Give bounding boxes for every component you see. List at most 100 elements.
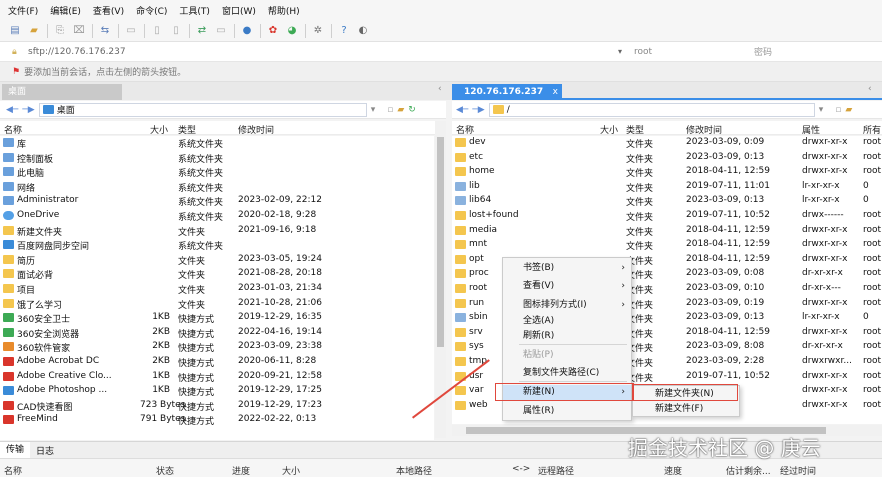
table-row[interactable]: dev 文件夹 2023-03-09, 0:09 drwxr-xr-x root bbox=[452, 136, 882, 151]
menu-edit[interactable]: 编辑(E) bbox=[50, 4, 81, 17]
delete-icon[interactable]: ▯ bbox=[150, 24, 164, 38]
help-icon[interactable]: ? bbox=[337, 24, 351, 38]
table-row[interactable]: lib 文件夹 2019-07-11, 11:01 lr-xr-xr-x 0 bbox=[452, 180, 882, 195]
menu-command[interactable]: 命令(C) bbox=[136, 4, 167, 17]
info-icon[interactable]: ◐ bbox=[356, 24, 370, 38]
context-menu-item[interactable]: 刷新(R) bbox=[503, 329, 631, 344]
globe-icon[interactable]: ● bbox=[240, 24, 254, 38]
refresh-icon[interactable]: ↻ bbox=[408, 105, 416, 115]
table-row[interactable]: 新建文件夹 文件夹 2021-09-16, 9:18 bbox=[0, 224, 434, 239]
username-input[interactable]: root bbox=[634, 47, 754, 57]
column-size[interactable]: 大小 bbox=[600, 123, 618, 136]
terminal-icon[interactable]: ◕ bbox=[285, 24, 299, 38]
status-col-size[interactable]: 大小 bbox=[282, 464, 300, 477]
table-row[interactable]: 简历 文件夹 2023-03-05, 19:24 bbox=[0, 253, 434, 268]
tab-desktop[interactable]: 桌面 bbox=[2, 84, 122, 100]
status-col-eta[interactable]: 估计剩余... bbox=[726, 464, 771, 477]
table-row[interactable]: 面试必背 文件夹 2021-08-28, 20:18 bbox=[0, 267, 434, 282]
column-attributes[interactable]: 属性 bbox=[802, 123, 820, 136]
compare-icon[interactable]: ▭ bbox=[214, 24, 228, 38]
context-menu-item[interactable]: 图标排列方式(I) › bbox=[503, 298, 631, 313]
chevron-down-icon[interactable]: ▾ bbox=[371, 105, 376, 115]
host-address-input[interactable]: sftp://120.76.176.237 bbox=[28, 47, 618, 57]
status-col-progress[interactable]: 进度 bbox=[232, 464, 250, 477]
menu-window[interactable]: 窗口(W) bbox=[222, 4, 256, 17]
column-type[interactable]: 类型 bbox=[178, 123, 196, 136]
table-row[interactable]: CAD快速看图 723 Bytes 快捷方式 2019-12-29, 17:23 bbox=[0, 399, 434, 414]
table-row[interactable]: 控制面板 系统文件夹 bbox=[0, 151, 434, 166]
filter-icon[interactable]: ▫ bbox=[387, 105, 393, 115]
table-row[interactable]: 360安全卫士 1KB 快捷方式 2019-12-29, 16:35 bbox=[0, 311, 434, 326]
scrollbar-thumb[interactable] bbox=[437, 137, 444, 347]
table-row[interactable]: FreeMind 791 Bytes 快捷方式 2022-02-22, 0:13 bbox=[0, 413, 434, 428]
table-row[interactable]: lib64 文件夹 2023-03-09, 0:13 lr-xr-xr-x 0 bbox=[452, 194, 882, 209]
back-arrow-icon[interactable]: ◀─ bbox=[6, 105, 18, 115]
left-path-combobox[interactable]: 桌面 bbox=[38, 102, 367, 117]
chevron-left-icon[interactable]: ‹ bbox=[868, 84, 872, 94]
table-row[interactable]: Adobe Acrobat DC 2KB 快捷方式 2020-06-11, 8:28 bbox=[0, 355, 434, 370]
table-row[interactable]: lost+found 文件夹 2019-07-11, 10:52 drwx------… bbox=[452, 209, 882, 224]
menu-tools[interactable]: 工具(T) bbox=[179, 4, 210, 17]
table-row[interactable]: Adobe Photoshop ... 1KB 快捷方式 2019-12-29, 17… bbox=[0, 384, 434, 399]
copy-icon[interactable]: ▭ bbox=[124, 24, 138, 38]
status-col-remote-path[interactable]: 远程路径 bbox=[538, 464, 574, 477]
forward-arrow-icon[interactable]: ─▶ bbox=[22, 105, 34, 115]
table-row[interactable]: Administrator 系统文件夹 2023-02-09, 22:12 bbox=[0, 194, 434, 209]
forward-arrow-icon[interactable]: ─▶ bbox=[472, 105, 484, 115]
status-col-state[interactable]: 状态 bbox=[156, 464, 174, 477]
table-row[interactable]: 360软件管家 2KB 快捷方式 2023-03-09, 23:38 bbox=[0, 340, 434, 355]
table-row[interactable]: OneDrive 系统文件夹 2020-02-18, 9:28 bbox=[0, 209, 434, 224]
status-col-speed[interactable]: 速度 bbox=[664, 464, 682, 477]
settings-gear-icon[interactable]: ✲ bbox=[311, 24, 325, 38]
disconnect-icon[interactable]: ⎘ bbox=[53, 24, 67, 38]
sync-icon[interactable]: ⇄ bbox=[195, 24, 209, 38]
menu-help[interactable]: 帮助(H) bbox=[268, 4, 300, 17]
context-menu-item[interactable]: 书签(B) › bbox=[503, 261, 631, 276]
table-row[interactable]: 饿了么学习 文件夹 2021-10-28, 21:06 bbox=[0, 297, 434, 312]
status-col-elapsed[interactable]: 经过时间 bbox=[780, 464, 816, 477]
context-menu-item[interactable]: 属性(R) bbox=[503, 404, 631, 419]
tab-transfer[interactable]: 传输 bbox=[0, 442, 31, 458]
password-input[interactable]: 密码 bbox=[754, 45, 772, 58]
column-modified[interactable]: 修改时间 bbox=[238, 123, 274, 136]
open-folder-icon[interactable]: ▰ bbox=[27, 24, 41, 38]
transfer-icon[interactable]: ⇆ bbox=[98, 24, 112, 38]
table-row[interactable]: 项目 文件夹 2023-01-03, 21:34 bbox=[0, 282, 434, 297]
keys-icon[interactable]: ✿ bbox=[266, 24, 280, 38]
table-row[interactable]: mnt 文件夹 2018-04-11, 12:59 drwxr-xr-x root bbox=[452, 238, 882, 253]
table-row[interactable]: etc 文件夹 2023-03-09, 0:13 drwxr-xr-x root bbox=[452, 151, 882, 166]
context-menu-item[interactable]: 复制文件夹路径(C) bbox=[503, 366, 631, 381]
status-col-name[interactable]: 名称 bbox=[4, 464, 22, 477]
left-scrollbar[interactable] bbox=[435, 121, 446, 438]
right-path-combobox[interactable]: / bbox=[488, 102, 815, 117]
table-row[interactable]: 此电脑 系统文件夹 bbox=[0, 165, 434, 180]
new-file-menu-item[interactable]: 新建文件(F) bbox=[633, 402, 739, 417]
status-col-direction[interactable]: <-> bbox=[512, 464, 530, 474]
table-row[interactable]: media 文件夹 2018-04-11, 12:59 drwxr-xr-x root bbox=[452, 224, 882, 239]
column-name[interactable]: 名称 bbox=[4, 123, 22, 136]
column-owner[interactable]: 所有 bbox=[863, 123, 881, 136]
table-row[interactable]: 库 系统文件夹 bbox=[0, 136, 434, 151]
context-menu-item[interactable]: 全选(A) bbox=[503, 314, 631, 329]
tab-log[interactable]: 日志 bbox=[30, 444, 60, 457]
new-session-icon[interactable]: ▤ bbox=[8, 24, 22, 38]
chevron-down-icon[interactable]: ▾ bbox=[618, 47, 628, 56]
parent-folder-icon[interactable]: ▰ bbox=[397, 105, 404, 115]
table-row[interactable]: home 文件夹 2018-04-11, 12:59 drwxr-xr-x root bbox=[452, 165, 882, 180]
menu-view[interactable]: 查看(V) bbox=[93, 4, 124, 17]
chevron-left-icon[interactable]: ‹ bbox=[438, 84, 442, 94]
context-menu-item[interactable]: 查看(V) › bbox=[503, 279, 631, 294]
reconnect-icon[interactable]: ⌧ bbox=[72, 24, 86, 38]
column-name[interactable]: 名称 bbox=[456, 123, 474, 136]
filter-icon[interactable]: ▫ bbox=[835, 105, 841, 115]
table-row[interactable]: 360安全浏览器 2KB 快捷方式 2022-04-16, 19:14 bbox=[0, 326, 434, 341]
print-icon[interactable]: ▯ bbox=[169, 24, 183, 38]
table-row[interactable]: 网络 系统文件夹 bbox=[0, 180, 434, 195]
table-row[interactable]: 百度网盘同步空间 系统文件夹 bbox=[0, 238, 434, 253]
chevron-down-icon[interactable]: ▾ bbox=[819, 105, 824, 115]
column-type[interactable]: 类型 bbox=[626, 123, 644, 136]
column-size[interactable]: 大小 bbox=[150, 123, 168, 136]
back-arrow-icon[interactable]: ◀─ bbox=[456, 105, 468, 115]
table-row[interactable]: Adobe Creative Clo... 1KB 快捷方式 2020-09-21, … bbox=[0, 370, 434, 385]
parent-folder-icon[interactable]: ▰ bbox=[845, 105, 852, 115]
